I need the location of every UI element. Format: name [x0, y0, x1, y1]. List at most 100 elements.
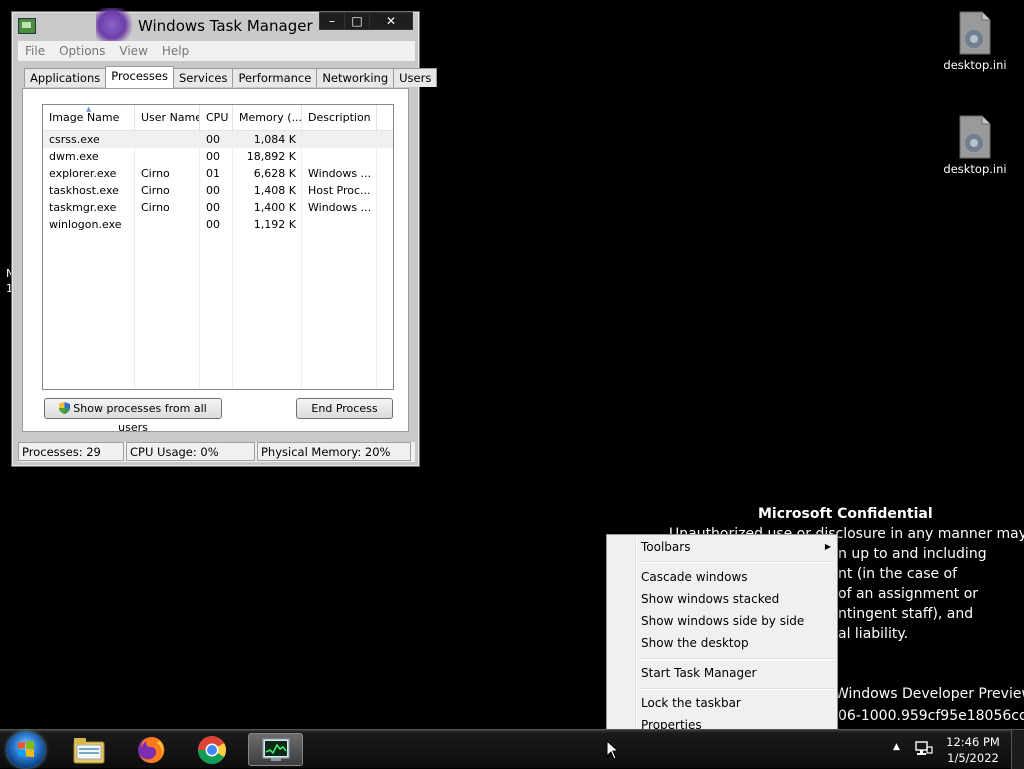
explorer-icon[interactable]	[63, 733, 115, 766]
network-icon[interactable]	[915, 740, 933, 761]
tab-services[interactable]: Services	[172, 68, 234, 87]
title-bar[interactable]: Windows Task Manager – □ ✕	[12, 8, 419, 42]
start-button[interactable]	[7, 732, 45, 768]
cell-memory: 1,400 K	[253, 201, 296, 214]
title-glass-blur	[96, 8, 136, 42]
watermark-line: n up to and including	[838, 546, 987, 562]
cell-cpu: 00	[206, 184, 220, 197]
show-hidden-icons-button[interactable]: ▲	[893, 742, 900, 752]
cell-user-name	[135, 131, 200, 148]
process-row[interactable]: explorer.exe Cirno 01 6,628 K Windows ..…	[43, 165, 393, 182]
window-controls: – □ ✕	[319, 12, 413, 30]
watermark-line: of an assignment or	[838, 586, 979, 602]
menu-separator	[639, 688, 835, 690]
status-processes: Processes: 29	[18, 442, 124, 461]
column-cpu[interactable]: CPU	[200, 105, 233, 130]
watermark-line: al liability.	[838, 626, 909, 642]
cell-description	[302, 216, 377, 233]
cell-description: Windows ...	[308, 201, 372, 214]
file-icon	[956, 11, 994, 55]
tab-strip: Applications Processes Services Performa…	[24, 66, 438, 88]
cell-user-name	[135, 216, 200, 233]
menu-item-toolbars[interactable]: Toolbars ▶	[641, 540, 831, 554]
cell-description: Windows ...	[308, 167, 372, 180]
task-manager-app-icon	[18, 18, 36, 34]
cell-memory: 1,192 K	[253, 218, 296, 231]
cell-cpu: 00	[206, 201, 220, 214]
menu-item-show-windows-side-by-side[interactable]: Show windows side by side	[641, 614, 804, 628]
cell-description	[302, 131, 377, 148]
watermark-build: Windows Developer Preview	[835, 686, 1024, 702]
tab-applications[interactable]: Applications	[24, 68, 107, 87]
column-user-name[interactable]: User Name	[135, 105, 200, 130]
menu-item-cascade-windows[interactable]: Cascade windows	[641, 570, 748, 584]
tab-networking[interactable]: Networking	[316, 68, 395, 87]
tab-processes[interactable]: Processes	[105, 66, 174, 88]
cell-image-name: csrss.exe	[49, 133, 100, 146]
desktop-file-icon-1[interactable]: desktop.ini	[940, 11, 1010, 72]
process-row[interactable]: csrss.exe 00 1,084 K	[43, 131, 393, 148]
cell-cpu: 01	[206, 167, 220, 180]
clock-time: 12:46 PM	[946, 735, 1000, 749]
menu-bar: File Options View Help	[18, 41, 415, 61]
cell-cpu: 00	[206, 133, 220, 146]
taskbar[interactable]: ▲ 12:46 PM 1/5/2022	[0, 729, 1024, 769]
submenu-arrow-icon: ▶	[824, 542, 831, 551]
cell-image-name: explorer.exe	[49, 167, 117, 180]
task-manager-icon[interactable]	[248, 733, 303, 766]
maximize-button[interactable]: □	[344, 12, 370, 30]
menu-view[interactable]: View	[112, 44, 154, 58]
menu-item-start-task-manager[interactable]: Start Task Manager	[641, 666, 756, 680]
cell-cpu: 00	[206, 218, 220, 231]
cell-cpu: 00	[206, 150, 220, 163]
watermark-line: nt (in the case of	[838, 566, 958, 582]
show-desktop-button[interactable]	[1011, 730, 1024, 769]
mouse-cursor-icon	[606, 740, 620, 760]
menu-item-show-windows-stacked[interactable]: Show windows stacked	[641, 592, 779, 606]
file-icon	[956, 115, 994, 159]
tab-performance[interactable]: Performance	[232, 68, 318, 87]
cell-memory: 18,892 K	[246, 150, 296, 163]
watermark-title: Microsoft Confidential	[758, 506, 933, 522]
column-memory[interactable]: Memory (...	[233, 105, 302, 130]
cell-image-name: taskmgr.exe	[49, 201, 117, 214]
menu-options[interactable]: Options	[52, 44, 112, 58]
taskbar-clock[interactable]: 12:46 PM 1/5/2022	[938, 734, 1008, 766]
menu-help[interactable]: Help	[155, 44, 196, 58]
cell-user-name	[135, 148, 200, 165]
close-button[interactable]: ✕	[369, 12, 413, 30]
column-description[interactable]: Description	[302, 105, 377, 130]
process-row[interactable]: taskmgr.exe Cirno 00 1,400 K Windows ...	[43, 199, 393, 216]
process-row[interactable]: dwm.exe 00 18,892 K	[43, 148, 393, 165]
cell-user-name: Cirno	[141, 201, 170, 214]
cell-memory: 1,408 K	[253, 184, 296, 197]
end-process-button[interactable]: End Process	[296, 398, 393, 419]
cell-user-name: Cirno	[141, 167, 170, 180]
firefox-icon[interactable]	[125, 733, 177, 766]
status-bar: Processes: 29 CPU Usage: 0% Physical Mem…	[18, 442, 415, 462]
watermark-line: ntingent staff), and	[838, 606, 974, 622]
uac-shield-icon	[59, 402, 71, 414]
minimize-button[interactable]: –	[319, 12, 345, 30]
chrome-icon[interactable]	[186, 733, 238, 766]
tab-users[interactable]: Users	[393, 68, 438, 87]
process-row[interactable]: taskhost.exe Cirno 00 1,408 K Host Proc.…	[43, 182, 393, 199]
cell-description	[302, 148, 377, 165]
process-row[interactable]: winlogon.exe 00 1,192 K	[43, 216, 393, 233]
cell-image-name: winlogon.exe	[49, 218, 122, 231]
cell-description: Host Proc...	[308, 184, 371, 197]
cell-memory: 6,628 K	[253, 167, 296, 180]
menu-separator	[639, 561, 835, 563]
menu-separator	[639, 658, 835, 660]
desktop-file-icon-2[interactable]: desktop.ini	[940, 115, 1010, 176]
menu-item-lock-the-taskbar[interactable]: Lock the taskbar	[641, 696, 741, 710]
show-all-processes-button[interactable]: Show processes from all users	[44, 398, 222, 434]
desktop-file-label: desktop.ini	[943, 162, 1007, 176]
windows-logo-icon	[18, 741, 34, 757]
process-list-header: Image Name User Name CPU Memory (... Des…	[43, 105, 393, 131]
process-list[interactable]: Image Name User Name CPU Memory (... Des…	[42, 104, 394, 390]
window-title: Windows Task Manager	[138, 17, 313, 35]
cell-memory: 1,084 K	[253, 133, 296, 146]
menu-item-show-the-desktop[interactable]: Show the desktop	[641, 636, 749, 650]
menu-file[interactable]: File	[18, 44, 52, 58]
